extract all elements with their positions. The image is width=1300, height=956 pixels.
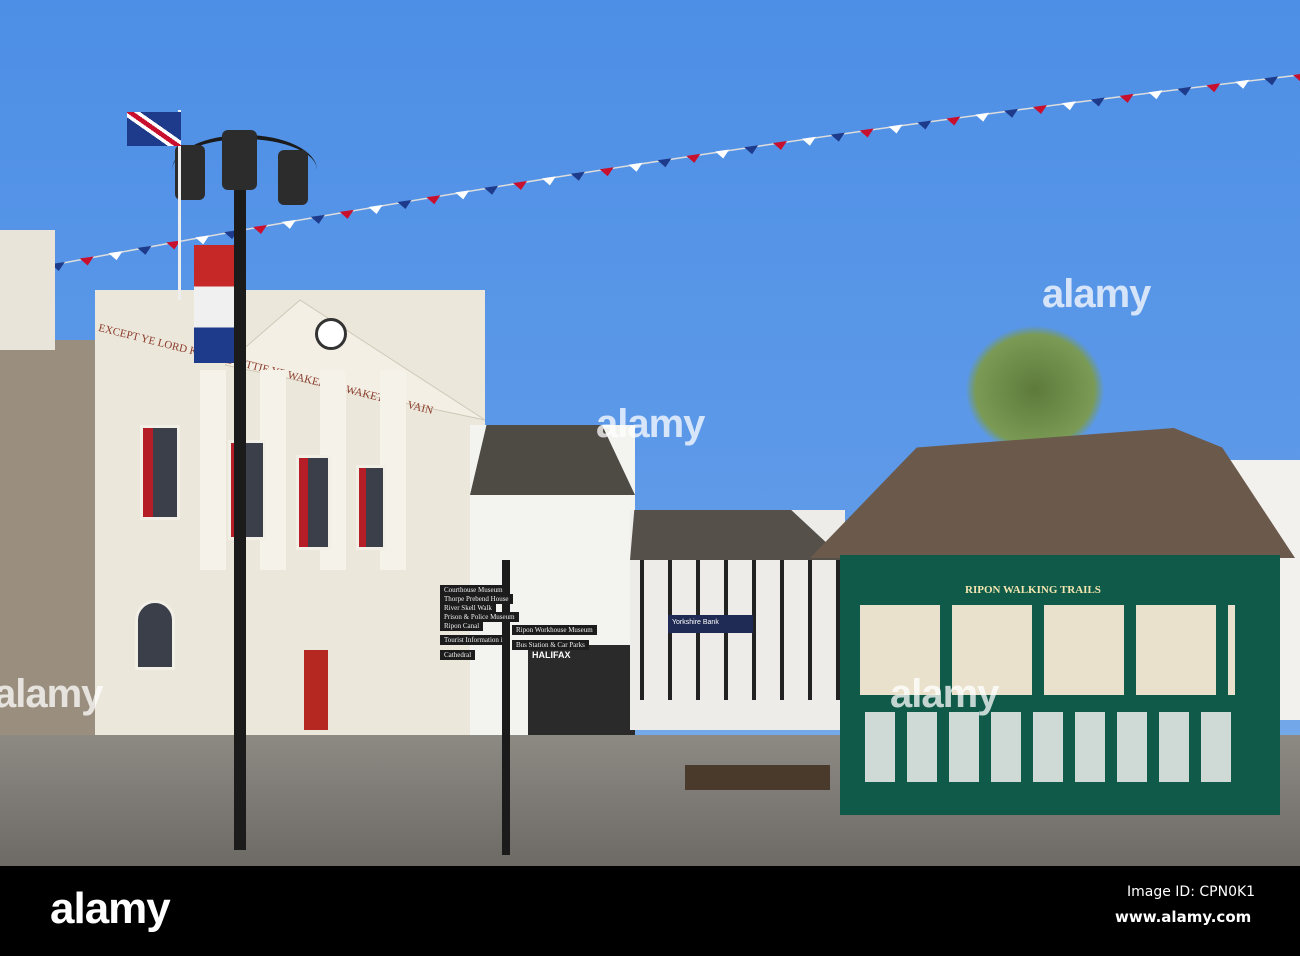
lantern xyxy=(222,130,257,190)
bunting-flag xyxy=(368,204,383,214)
watermark: alamy xyxy=(596,402,705,446)
bunting-flag xyxy=(281,219,296,229)
window xyxy=(140,425,180,520)
bunting-flag xyxy=(310,214,325,224)
bunting-flag xyxy=(1148,90,1163,100)
bunting-flag xyxy=(744,145,759,155)
union-flag xyxy=(127,112,181,146)
watermark: alamy xyxy=(1042,272,1151,316)
bunting-flag xyxy=(1235,79,1250,89)
bunting-flag xyxy=(1090,97,1105,107)
bunting-flag xyxy=(195,235,210,245)
bunting-flag xyxy=(888,124,903,134)
alamy-url[interactable]: www.alamy.com xyxy=(1115,908,1251,926)
bunting-flag xyxy=(715,149,730,159)
bunting-flag xyxy=(484,185,499,195)
signpost-pole xyxy=(502,560,510,855)
bunting-flag xyxy=(253,225,267,234)
bench xyxy=(685,765,830,790)
red-door xyxy=(304,650,328,730)
bunting-flag xyxy=(686,153,701,163)
bunting-flag xyxy=(570,171,585,181)
bunting-flag xyxy=(1061,101,1076,111)
bunting-flag xyxy=(773,141,787,150)
alamy-logo: alamy xyxy=(50,884,171,933)
bunting-flag xyxy=(455,190,470,200)
bunting-flag xyxy=(946,116,961,126)
watermark: alamy xyxy=(890,672,999,716)
bunting-flag xyxy=(137,245,152,255)
bunting-flag xyxy=(1177,86,1192,96)
bunting-flag xyxy=(657,158,672,168)
halifax-sign: HALIFAX xyxy=(532,650,571,660)
bunting-flag xyxy=(628,162,643,172)
sign-workhouse-museum: Ripon Workhouse Museum xyxy=(512,625,597,635)
yorkshire-bank-sign: Yorkshire Bank xyxy=(668,615,753,633)
bunting-flag xyxy=(513,181,527,190)
bunting-flag xyxy=(79,256,94,266)
watermark: alamy xyxy=(0,672,103,716)
shelter-panels xyxy=(865,712,1235,782)
bunting-flag xyxy=(1293,74,1300,82)
bunting-flag xyxy=(975,112,990,122)
sign-ripon-canal: Ripon Canal xyxy=(440,621,484,631)
footer-bar: alamy Image ID: CPN0K1 www.alamy.com xyxy=(0,866,1300,956)
bunting-flag xyxy=(541,176,556,186)
bunting-flag xyxy=(859,128,874,138)
window xyxy=(296,455,331,550)
sign-cathedral: Cathedral xyxy=(440,650,476,660)
sign-bus-station: Bus Station & Car Parks xyxy=(512,640,589,650)
lantern xyxy=(278,150,308,205)
bunting-flag xyxy=(917,120,932,130)
ripon-walking-trails-sign: RIPON WALKING TRAILS xyxy=(960,582,1106,598)
bunting-flag xyxy=(801,136,816,146)
bunting-flag xyxy=(426,195,441,205)
bunting-flag xyxy=(1004,108,1019,118)
window xyxy=(356,465,386,550)
bunting-flag xyxy=(1206,83,1221,93)
bunting-flag xyxy=(830,132,845,142)
image-id: Image ID: CPN0K1 xyxy=(1127,884,1256,900)
bunting-flag xyxy=(599,167,614,177)
bunting-flag xyxy=(1264,76,1279,86)
jubilee-banner xyxy=(194,245,234,363)
window xyxy=(135,600,175,670)
sign-tourist-information: Tourist Information i xyxy=(440,635,507,645)
bunting-flag xyxy=(1119,93,1134,103)
clock-icon xyxy=(315,318,347,350)
bunting-flag xyxy=(108,251,123,261)
lamp-post xyxy=(234,170,246,850)
photo: EXCEPT YE LORD KEEP YE CITTIE YE WAKEMAN… xyxy=(0,0,1300,866)
chimney xyxy=(0,230,55,350)
bunting-flag xyxy=(339,209,354,219)
bunting-flag xyxy=(397,200,412,210)
bunting-flag xyxy=(1033,105,1047,114)
